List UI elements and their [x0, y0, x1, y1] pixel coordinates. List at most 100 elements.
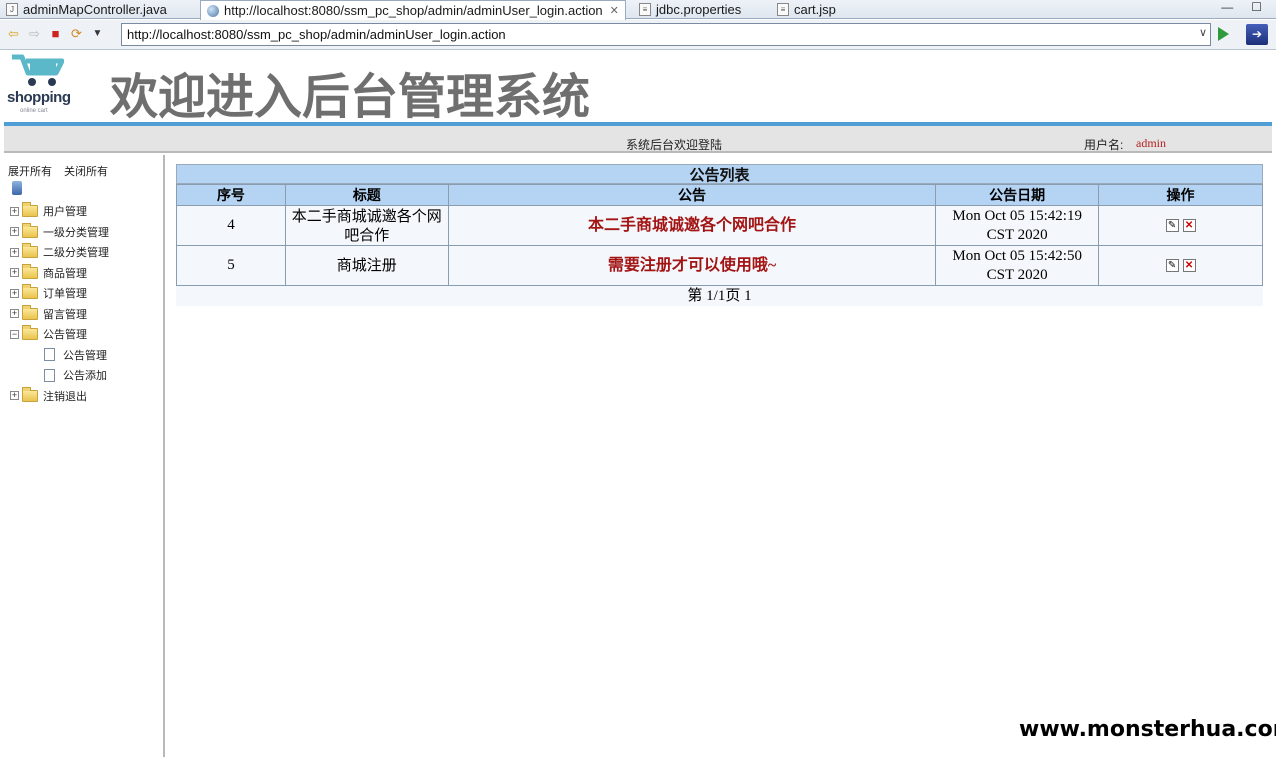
row-actions: ✎ ✕ — [1098, 205, 1263, 246]
url-text: http://localhost:8080/ssm_pc_shop/admin/… — [127, 27, 506, 42]
page-header: shopping online cart 欢迎进入后台管理系统 — [4, 51, 1272, 125]
table-caption: 公告列表 — [176, 164, 1263, 184]
tab-browser[interactable]: http://localhost:8080/ssm_pc_shop/admin/… — [200, 0, 626, 20]
refresh-icon[interactable]: ⟳ — [69, 26, 84, 41]
sidebar-item-label: 商品管理 — [43, 267, 87, 280]
expand-icon[interactable]: + — [10, 309, 19, 319]
expand-icon[interactable]: + — [10, 391, 19, 401]
tree-root-icon — [12, 181, 22, 195]
sidebar: 展开所有 关闭所有 + 用户管理 + 一级分类管理 + 二级分类管理 + 商品管… — [4, 155, 165, 757]
minimize-icon[interactable]: — — [1221, 0, 1233, 14]
forward-icon[interactable]: ⇨ — [27, 26, 42, 41]
jsp-file-icon: ≡ — [777, 3, 789, 16]
editor-tab-bar: J adminMapController.java http://localho… — [0, 0, 1276, 20]
sidebar-subitem-notice-add[interactable]: 公告添加 — [10, 365, 109, 386]
main-content: 公告列表 序号 标题 公告 公告日期 操作 4 本二手商城诚邀各个网吧合作 本二… — [176, 164, 1263, 306]
sidebar-item-products[interactable]: + 商品管理 — [10, 263, 109, 284]
delete-icon[interactable]: ✕ — [1182, 219, 1196, 233]
tab-jdbc-properties[interactable]: ≡ jdbc.properties — [633, 0, 747, 19]
edit-icon[interactable]: ✎ — [1165, 219, 1179, 233]
sidebar-item-notices[interactable]: − 公告管理 — [10, 324, 109, 345]
folder-icon — [22, 304, 38, 320]
url-input[interactable]: http://localhost:8080/ssm_pc_shop/admin/… — [121, 23, 1211, 46]
stop-icon[interactable]: ■ — [48, 26, 63, 41]
logo-subtext: online cart — [20, 108, 48, 114]
cart-logo-icon — [12, 54, 64, 86]
open-folder-icon — [22, 325, 38, 341]
row-actions: ✎ ✕ — [1098, 245, 1263, 286]
go-icon[interactable] — [1218, 27, 1229, 41]
column-header: 公告日期 — [935, 184, 1100, 206]
logo-text: shopping — [7, 89, 71, 106]
expand-icon[interactable]: + — [10, 268, 19, 278]
sidebar-item-category-1[interactable]: + 一级分类管理 — [10, 222, 109, 243]
tab-cart-jsp[interactable]: ≡ cart.jsp — [771, 0, 842, 19]
sidebar-item-label: 一级分类管理 — [43, 226, 109, 239]
folder-icon — [22, 284, 38, 300]
column-header: 标题 — [284, 184, 449, 206]
browser-toolbar: ⇦ ⇨ ■ ⟳ ▼ http://localhost:8080/ssm_pc_s… — [0, 20, 1276, 50]
row-title: 本二手商城诚邀各个网吧合作 — [284, 205, 449, 246]
folder-icon — [22, 222, 38, 238]
sidebar-subitem-label: 公告添加 — [63, 370, 107, 383]
folder-icon — [22, 263, 38, 279]
watermark: www.monsterhua.com — [1016, 712, 1276, 747]
status-strip: 系统后台欢迎登陆 用户名: admin — [4, 126, 1272, 153]
expand-icon[interactable]: + — [10, 288, 19, 298]
row-content: 需要注册才可以使用哦~ — [447, 245, 937, 286]
sidebar-subitem-notice-manage[interactable]: 公告管理 — [10, 345, 109, 366]
column-header: 序号 — [176, 184, 286, 206]
properties-file-icon: ≡ — [639, 3, 651, 16]
notice-table: 序号 标题 公告 公告日期 操作 4 本二手商城诚邀各个网吧合作 本二手商城诚邀… — [176, 184, 1263, 286]
folder-icon — [22, 243, 38, 259]
chevron-down-icon[interactable]: ∨ — [1199, 25, 1207, 42]
back-icon[interactable]: ⇦ — [6, 26, 21, 41]
expand-all-link[interactable]: 展开所有 — [8, 163, 52, 179]
expand-icon[interactable]: + — [10, 247, 19, 257]
user-label: 用户名: — [1084, 138, 1124, 152]
sidebar-item-label: 订单管理 — [43, 288, 87, 301]
java-file-icon: J — [6, 3, 18, 16]
welcome-text: 系统后台欢迎登陆 — [626, 138, 723, 152]
row-content: 本二手商城诚邀各个网吧合作 — [447, 205, 937, 246]
collapse-all-link[interactable]: 关闭所有 — [64, 163, 108, 179]
column-header: 公告 — [447, 184, 937, 206]
external-browser-icon[interactable]: ➔ — [1246, 24, 1268, 45]
row-date: Mon Oct 05 15:42:19 CST 2020 — [935, 205, 1100, 246]
tab-label: adminMapController.java — [23, 2, 167, 17]
sidebar-item-label: 二级分类管理 — [43, 247, 109, 260]
close-icon[interactable]: ✕ — [610, 4, 619, 17]
collapse-icon[interactable]: − — [10, 329, 19, 339]
sidebar-item-users[interactable]: + 用户管理 — [10, 201, 109, 222]
sidebar-item-orders[interactable]: + 订单管理 — [10, 283, 109, 304]
sidebar-item-logout[interactable]: + 注销退出 — [10, 386, 109, 407]
sidebar-item-label: 注销退出 — [43, 390, 87, 403]
sidebar-item-label: 公告管理 — [43, 329, 87, 342]
chevron-down-icon[interactable]: ▼ — [90, 26, 105, 41]
column-header: 操作 — [1098, 184, 1263, 206]
nav-tree: + 用户管理 + 一级分类管理 + 二级分类管理 + 商品管理 + 订单管理 +… — [10, 201, 109, 406]
sidebar-subitem-label: 公告管理 — [63, 349, 107, 362]
tab-admin-map-controller[interactable]: J adminMapController.java — [0, 0, 173, 19]
folder-icon — [22, 386, 38, 402]
table-row: 4 本二手商城诚邀各个网吧合作 本二手商城诚邀各个网吧合作 Mon Oct 05… — [176, 205, 1263, 246]
expand-icon[interactable]: + — [10, 227, 19, 237]
sidebar-item-category-2[interactable]: + 二级分类管理 — [10, 242, 109, 263]
tab-label: jdbc.properties — [656, 2, 742, 17]
delete-icon[interactable]: ✕ — [1182, 259, 1196, 273]
expand-icon[interactable]: + — [10, 206, 19, 216]
folder-icon — [22, 202, 38, 218]
globe-icon — [207, 4, 219, 17]
tab-label: http://localhost:8080/ssm_pc_shop/admin/… — [224, 3, 603, 18]
row-id: 5 — [176, 245, 286, 286]
row-date: Mon Oct 05 15:42:50 CST 2020 — [935, 245, 1100, 286]
row-id: 4 — [176, 205, 286, 246]
sidebar-item-messages[interactable]: + 留言管理 — [10, 304, 109, 325]
page-icon — [44, 368, 55, 382]
table-header-row: 序号 标题 公告 公告日期 操作 — [176, 184, 1263, 206]
pagination[interactable]: 第 1/1页 1 — [176, 286, 1263, 306]
maximize-icon[interactable]: ☐ — [1251, 0, 1262, 14]
page-title: 欢迎进入后台管理系统 — [110, 69, 591, 125]
edit-icon[interactable]: ✎ — [1165, 259, 1179, 273]
row-title: 商城注册 — [284, 245, 449, 286]
